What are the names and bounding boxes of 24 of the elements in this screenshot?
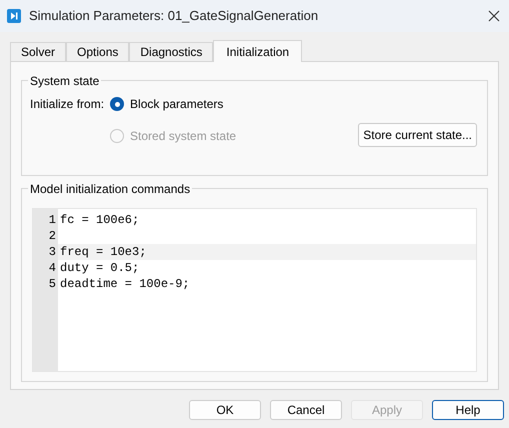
store-state-button[interactable]: Store current state... [358, 123, 477, 147]
line-number: 4 [48, 260, 56, 276]
tab[interactable]: Diagnostics [129, 42, 214, 61]
line-number: 3 [48, 244, 56, 260]
code-line: fc = 100e6; [59, 212, 140, 228]
radio-button[interactable] [110, 97, 124, 111]
line-number: 5 [48, 276, 56, 292]
code-line: deadtime = 100e-9; [59, 276, 191, 292]
radio-label: Stored system state [130, 128, 236, 145]
app-icon [7, 9, 21, 23]
tab[interactable]: Solver [10, 42, 66, 61]
code-editor[interactable]: 1 2 3 4 5 fc = 100e6; freq = 10e3; duty = 0.5; deadtime = 100e-9; [32, 208, 477, 372]
dialog-button[interactable]: OK [189, 400, 261, 420]
code-line: duty = 0.5; [59, 260, 140, 276]
close-icon[interactable] [488, 10, 500, 22]
line-number: 2 [48, 228, 56, 244]
radio-label: Block parameters [130, 96, 224, 113]
window-title: Simulation Parameters: 01_GateSignalGeneration [29, 7, 318, 26]
field-label: Initialize from: [30, 96, 104, 113]
tab[interactable]: Options [66, 42, 130, 61]
tab[interactable]: Initialization [213, 40, 302, 62]
dialog-button[interactable]: Help [432, 400, 504, 420]
dialog-button[interactable]: Cancel [270, 400, 342, 420]
line-number: 1 [48, 212, 56, 228]
